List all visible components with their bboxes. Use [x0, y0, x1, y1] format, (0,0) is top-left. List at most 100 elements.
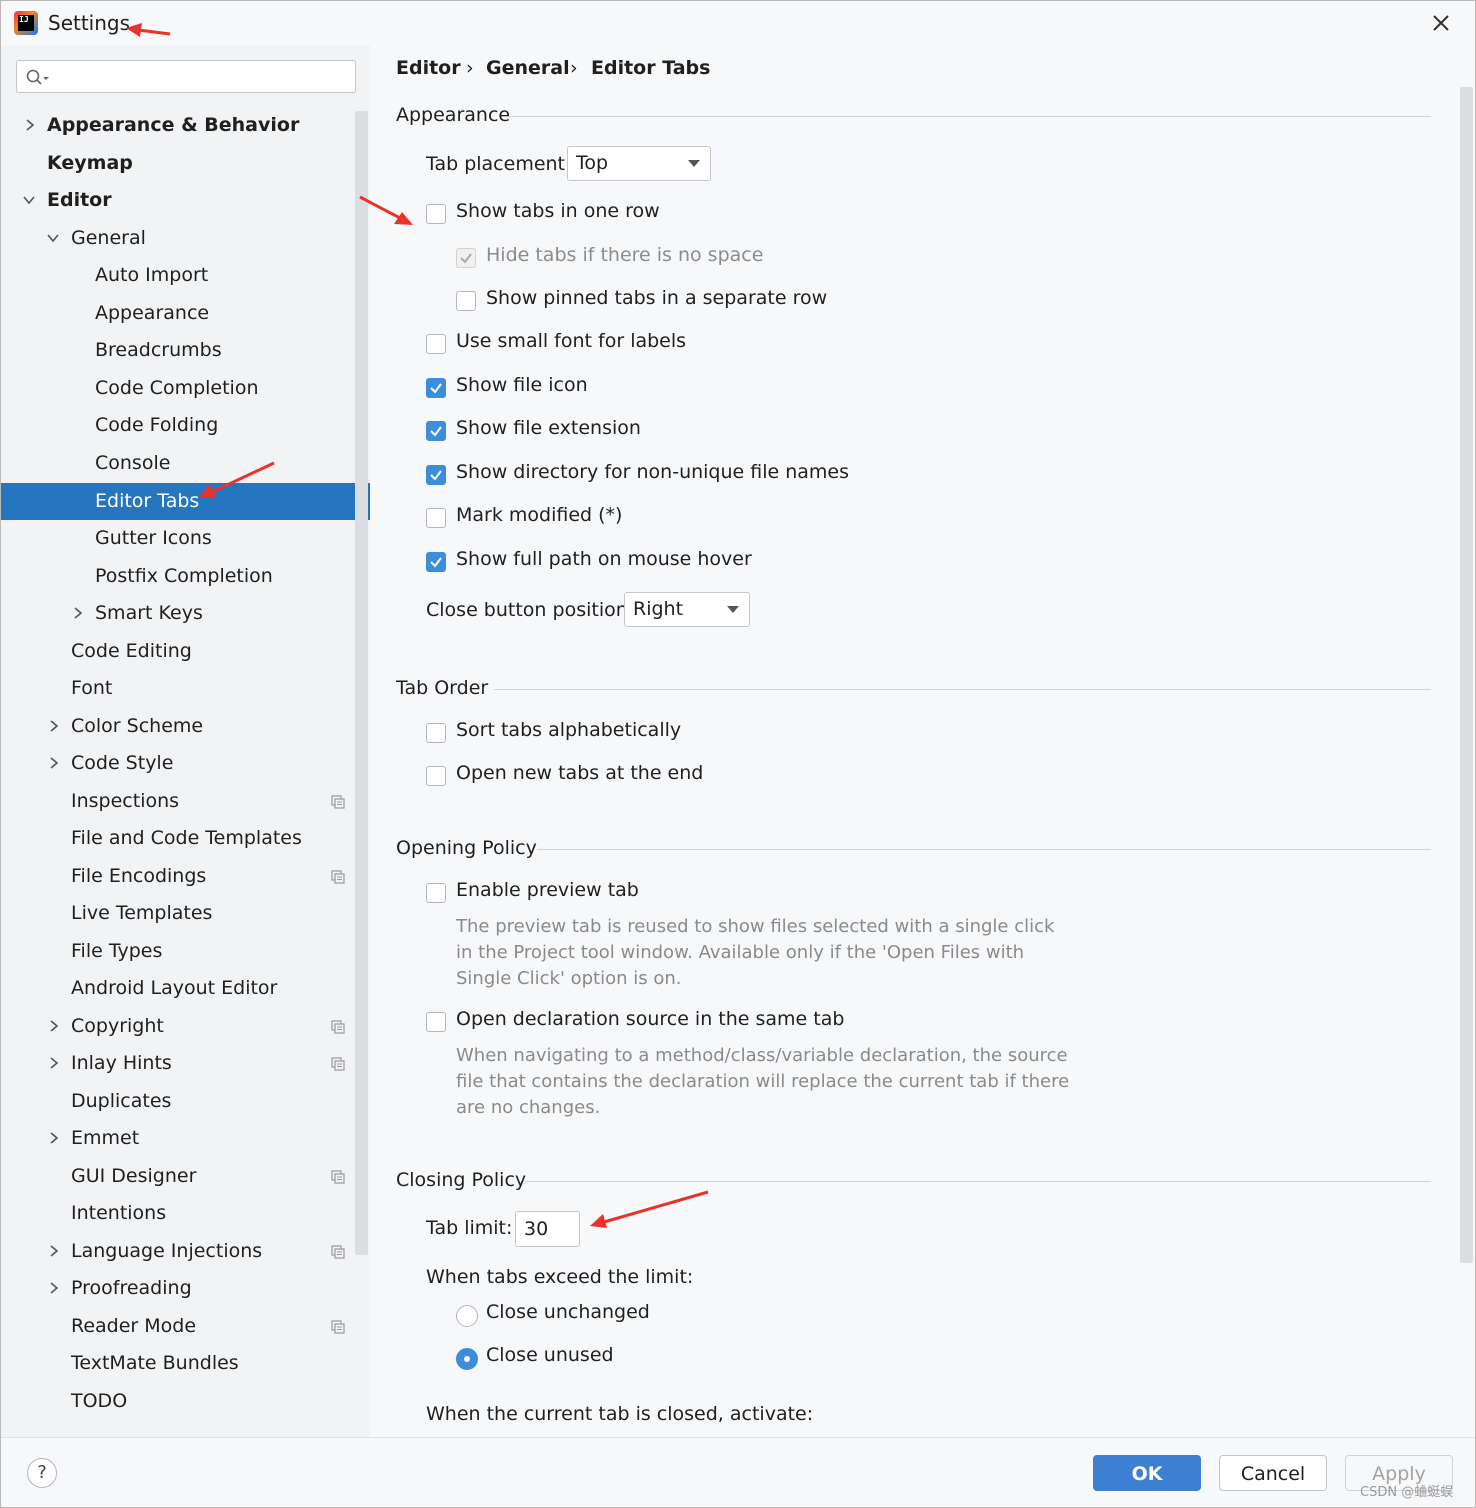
checkbox-box[interactable] — [426, 421, 446, 441]
sidebar-item-label: Copyright — [71, 1015, 164, 1037]
chevron-right-icon[interactable] — [48, 1132, 60, 1144]
sidebar-item-label: File Types — [71, 940, 163, 962]
chevron-down-icon[interactable] — [47, 232, 59, 244]
sidebar-item-textmate-bundles[interactable]: TextMate Bundles — [1, 1345, 370, 1382]
sidebar-item-proofreading[interactable]: Proofreading — [1, 1270, 370, 1307]
sidebar-item-todo[interactable]: TODO — [1, 1383, 370, 1420]
sidebar-item-keymap[interactable]: Keymap — [1, 145, 370, 182]
chevron-down-icon[interactable] — [23, 194, 35, 206]
checkbox-box[interactable] — [456, 248, 476, 268]
chevron-right-icon[interactable] — [48, 720, 60, 732]
sidebar-item-color-scheme[interactable]: Color Scheme — [1, 708, 370, 745]
sidebar-item-label: Intentions — [71, 1202, 167, 1224]
chevron-right-icon[interactable] — [48, 1020, 60, 1032]
help-button[interactable]: ? — [27, 1458, 57, 1488]
sidebar-item-editor[interactable]: Editor — [1, 182, 370, 219]
checkbox-label: Open declaration source in the same tab — [456, 1008, 845, 1030]
tab-limit-input[interactable] — [515, 1211, 580, 1247]
sidebar-item-label: TextMate Bundles — [71, 1352, 239, 1374]
sidebar-item-inspections[interactable]: Inspections — [1, 783, 370, 820]
sidebar-item-gui-designer[interactable]: GUI Designer — [1, 1158, 370, 1195]
sidebar-item-code-completion[interactable]: Code Completion — [1, 370, 370, 407]
checkbox-box[interactable] — [426, 204, 446, 224]
sidebar-item-reader-mode[interactable]: Reader Mode — [1, 1308, 370, 1345]
checkbox-box[interactable] — [426, 766, 446, 786]
sidebar-item-appearance[interactable]: Appearance — [1, 295, 370, 332]
radio-circle[interactable] — [456, 1305, 478, 1327]
sidebar-item-inlay-hints[interactable]: Inlay Hints — [1, 1045, 370, 1082]
checkbox-box[interactable] — [456, 291, 476, 311]
cancel-button[interactable]: Cancel — [1219, 1455, 1327, 1491]
sidebar-item-label: Auto Import — [95, 264, 209, 286]
sidebar-item-intentions[interactable]: Intentions — [1, 1195, 370, 1232]
sidebar-item-label: Breadcrumbs — [95, 339, 222, 361]
chevron-right-icon[interactable] — [72, 607, 84, 619]
chevron-right-icon[interactable] — [24, 119, 36, 131]
checkbox-label: Show file extension — [456, 417, 641, 439]
checkbox-box[interactable] — [426, 1012, 446, 1032]
check-icon — [430, 383, 442, 394]
sidebar-item-live-templates[interactable]: Live Templates — [1, 895, 370, 932]
sidebar-item-android-layout-editor[interactable]: Android Layout Editor — [1, 970, 370, 1007]
sidebar-item-gutter-icons[interactable]: Gutter Icons — [1, 520, 370, 557]
sidebar-item-breadcrumbs[interactable]: Breadcrumbs — [1, 332, 370, 369]
sidebar-item-code-editing[interactable]: Code Editing — [1, 633, 370, 670]
chevron-right-icon[interactable] — [48, 1245, 60, 1257]
sidebar-item-emmet[interactable]: Emmet — [1, 1120, 370, 1157]
ok-button[interactable]: OK — [1093, 1455, 1201, 1491]
checkbox-label: Show file icon — [456, 374, 588, 396]
chevron-right-icon[interactable] — [48, 1057, 60, 1069]
sidebar-item-language-injections[interactable]: Language Injections — [1, 1233, 370, 1270]
sidebar-item-file-code-templates[interactable]: File and Code Templates — [1, 820, 370, 857]
sidebar-item-file-encodings[interactable]: File Encodings — [1, 858, 370, 895]
checkbox-box[interactable] — [426, 883, 446, 903]
sidebar-item-console[interactable]: Console — [1, 445, 370, 482]
sidebar-item-label: Code Style — [71, 752, 174, 774]
sidebar-item-postfix-completion[interactable]: Postfix Completion — [1, 558, 370, 595]
project-scope-icon — [331, 1320, 345, 1334]
checkbox-box[interactable] — [426, 334, 446, 354]
sidebar-item-code-style[interactable]: Code Style — [1, 745, 370, 782]
sidebar-item-auto-import[interactable]: Auto Import — [1, 257, 370, 294]
content-scrollbar[interactable] — [1460, 87, 1473, 1263]
checkbox-box[interactable] — [426, 723, 446, 743]
chevron-right-icon[interactable] — [48, 1282, 60, 1294]
sidebar-item-label: Smart Keys — [95, 602, 203, 624]
sidebar-item-font[interactable]: Font — [1, 670, 370, 707]
checkbox-label: Use small font for labels — [456, 330, 687, 352]
breadcrumb-item-general[interactable]: General — [486, 57, 570, 79]
checkbox-box[interactable] — [426, 552, 446, 572]
sidebar-item-appearance-behavior[interactable]: Appearance & Behavior — [1, 107, 370, 144]
breadcrumb-item-editor[interactable]: Editor — [396, 57, 461, 79]
search-input[interactable] — [53, 63, 353, 92]
checkbox-label: Show full path on mouse hover — [456, 548, 752, 570]
project-scope-icon — [331, 795, 345, 809]
sidebar-item-editor-tabs[interactable]: Editor Tabs — [1, 483, 370, 520]
sidebar-item-label: Reader Mode — [71, 1315, 197, 1337]
sidebar-item-label: Appearance — [95, 302, 210, 324]
sidebar-item-duplicates[interactable]: Duplicates — [1, 1083, 370, 1120]
sidebar-item-general[interactable]: General — [1, 220, 370, 257]
close-icon[interactable] — [1427, 9, 1455, 37]
sidebar-item-copyright[interactable]: Copyright — [1, 1008, 370, 1045]
breadcrumb-item-editor-tabs: Editor Tabs — [591, 57, 711, 79]
radio-circle[interactable] — [456, 1348, 478, 1370]
sidebar-item-label: Code Completion — [95, 377, 259, 399]
sidebar-item-label: Emmet — [71, 1127, 140, 1149]
sidebar-item-smart-keys[interactable]: Smart Keys — [1, 595, 370, 632]
sidebar-item-label: Proofreading — [71, 1277, 192, 1299]
search-box[interactable] — [16, 60, 356, 93]
chevron-right-icon[interactable] — [48, 757, 60, 769]
sidebar-item-file-types[interactable]: File Types — [1, 933, 370, 970]
close-button-position-combo[interactable]: Right — [624, 592, 750, 627]
sidebar-scrollbar[interactable] — [355, 111, 368, 1255]
sidebar-item-code-folding[interactable]: Code Folding — [1, 407, 370, 444]
checkbox-box[interactable] — [426, 465, 446, 485]
exceed-limit-label: When tabs exceed the limit: — [426, 1266, 694, 1288]
section-divider — [494, 689, 1431, 690]
checkbox-box[interactable] — [426, 508, 446, 528]
project-scope-icon — [331, 1020, 345, 1034]
checkbox-box[interactable] — [426, 378, 446, 398]
tab-placement-combo[interactable]: Top — [567, 146, 711, 181]
description-line: When navigating to a method/class/variab… — [456, 1045, 1068, 1066]
